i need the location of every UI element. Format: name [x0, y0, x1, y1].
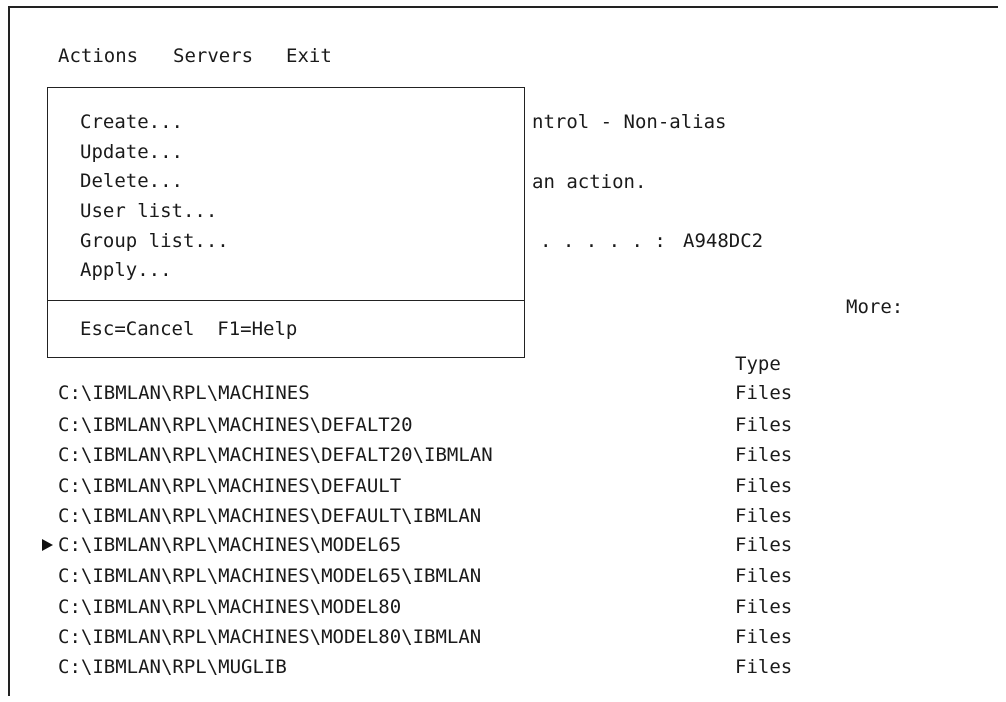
panel-instruction: an action. — [532, 171, 647, 193]
menu-item-delete[interactable]: Delete... — [80, 169, 183, 193]
actions-pulldown-menu: Create... Update... Delete... User list.… — [47, 87, 525, 358]
list-item-path-selected[interactable]: C:\IBMLAN\RPL\MACHINES\MODEL65 — [58, 533, 401, 557]
menu-item-update[interactable]: Update... — [80, 140, 183, 164]
list-item-path[interactable]: C:\IBMLAN\RPL\MACHINES\DEFALT20 — [58, 413, 413, 437]
list-item-path[interactable]: C:\IBMLAN\RPL\MUGLIB — [58, 655, 287, 679]
list-item-type: Files — [735, 656, 793, 678]
menu-actions[interactable]: Actions — [58, 44, 138, 68]
list-item-type: Files — [735, 414, 793, 436]
more-indicator: More: — [846, 296, 904, 318]
menu-divider — [48, 300, 524, 301]
list-item-type: Files — [735, 382, 793, 404]
menu-item-create[interactable]: Create... — [80, 110, 183, 134]
menu-item-apply[interactable]: Apply... — [80, 258, 172, 282]
list-item-path[interactable]: C:\IBMLAN\RPL\MACHINES\DEFALT20\IBMLAN — [58, 443, 493, 467]
list-item-type: Files — [735, 505, 793, 527]
list-item-path[interactable]: C:\IBMLAN\RPL\MACHINES\MODEL65\IBMLAN — [58, 564, 481, 588]
list-item-path[interactable]: C:\IBMLAN\RPL\MACHINES\DEFAULT\IBMLAN — [58, 504, 481, 528]
list-item-path[interactable]: C:\IBMLAN\RPL\MACHINES\MODEL80\IBMLAN — [58, 625, 481, 649]
panel-title: ntrol - Non-alias — [532, 111, 727, 133]
menu-item-group-list[interactable]: Group list... — [80, 229, 229, 253]
column-header-type: Type — [735, 353, 781, 375]
menu-exit[interactable]: Exit — [286, 44, 332, 68]
menu-footer-keys: Esc=Cancel F1=Help — [80, 318, 298, 340]
list-item-path[interactable]: C:\IBMLAN\RPL\MACHINES\MODEL80 — [58, 595, 401, 619]
list-item-type: Files — [735, 475, 793, 497]
menu-item-user-list[interactable]: User list... — [80, 199, 217, 223]
list-item-path[interactable]: C:\IBMLAN\RPL\MACHINES — [58, 381, 310, 405]
selection-pointer-icon — [42, 539, 53, 551]
list-item-type: Files — [735, 596, 793, 618]
list-item-type: Files — [735, 444, 793, 466]
list-item-type: Files — [735, 626, 793, 648]
list-item-path[interactable]: C:\IBMLAN\RPL\MACHINES\DEFAULT — [58, 474, 401, 498]
list-item-type: Files — [735, 565, 793, 587]
menu-servers[interactable]: Servers — [173, 44, 253, 68]
field-value: A948DC2 — [683, 230, 764, 252]
field-leader: . . . . . : — [540, 230, 666, 252]
list-item-type: Files — [735, 534, 793, 556]
